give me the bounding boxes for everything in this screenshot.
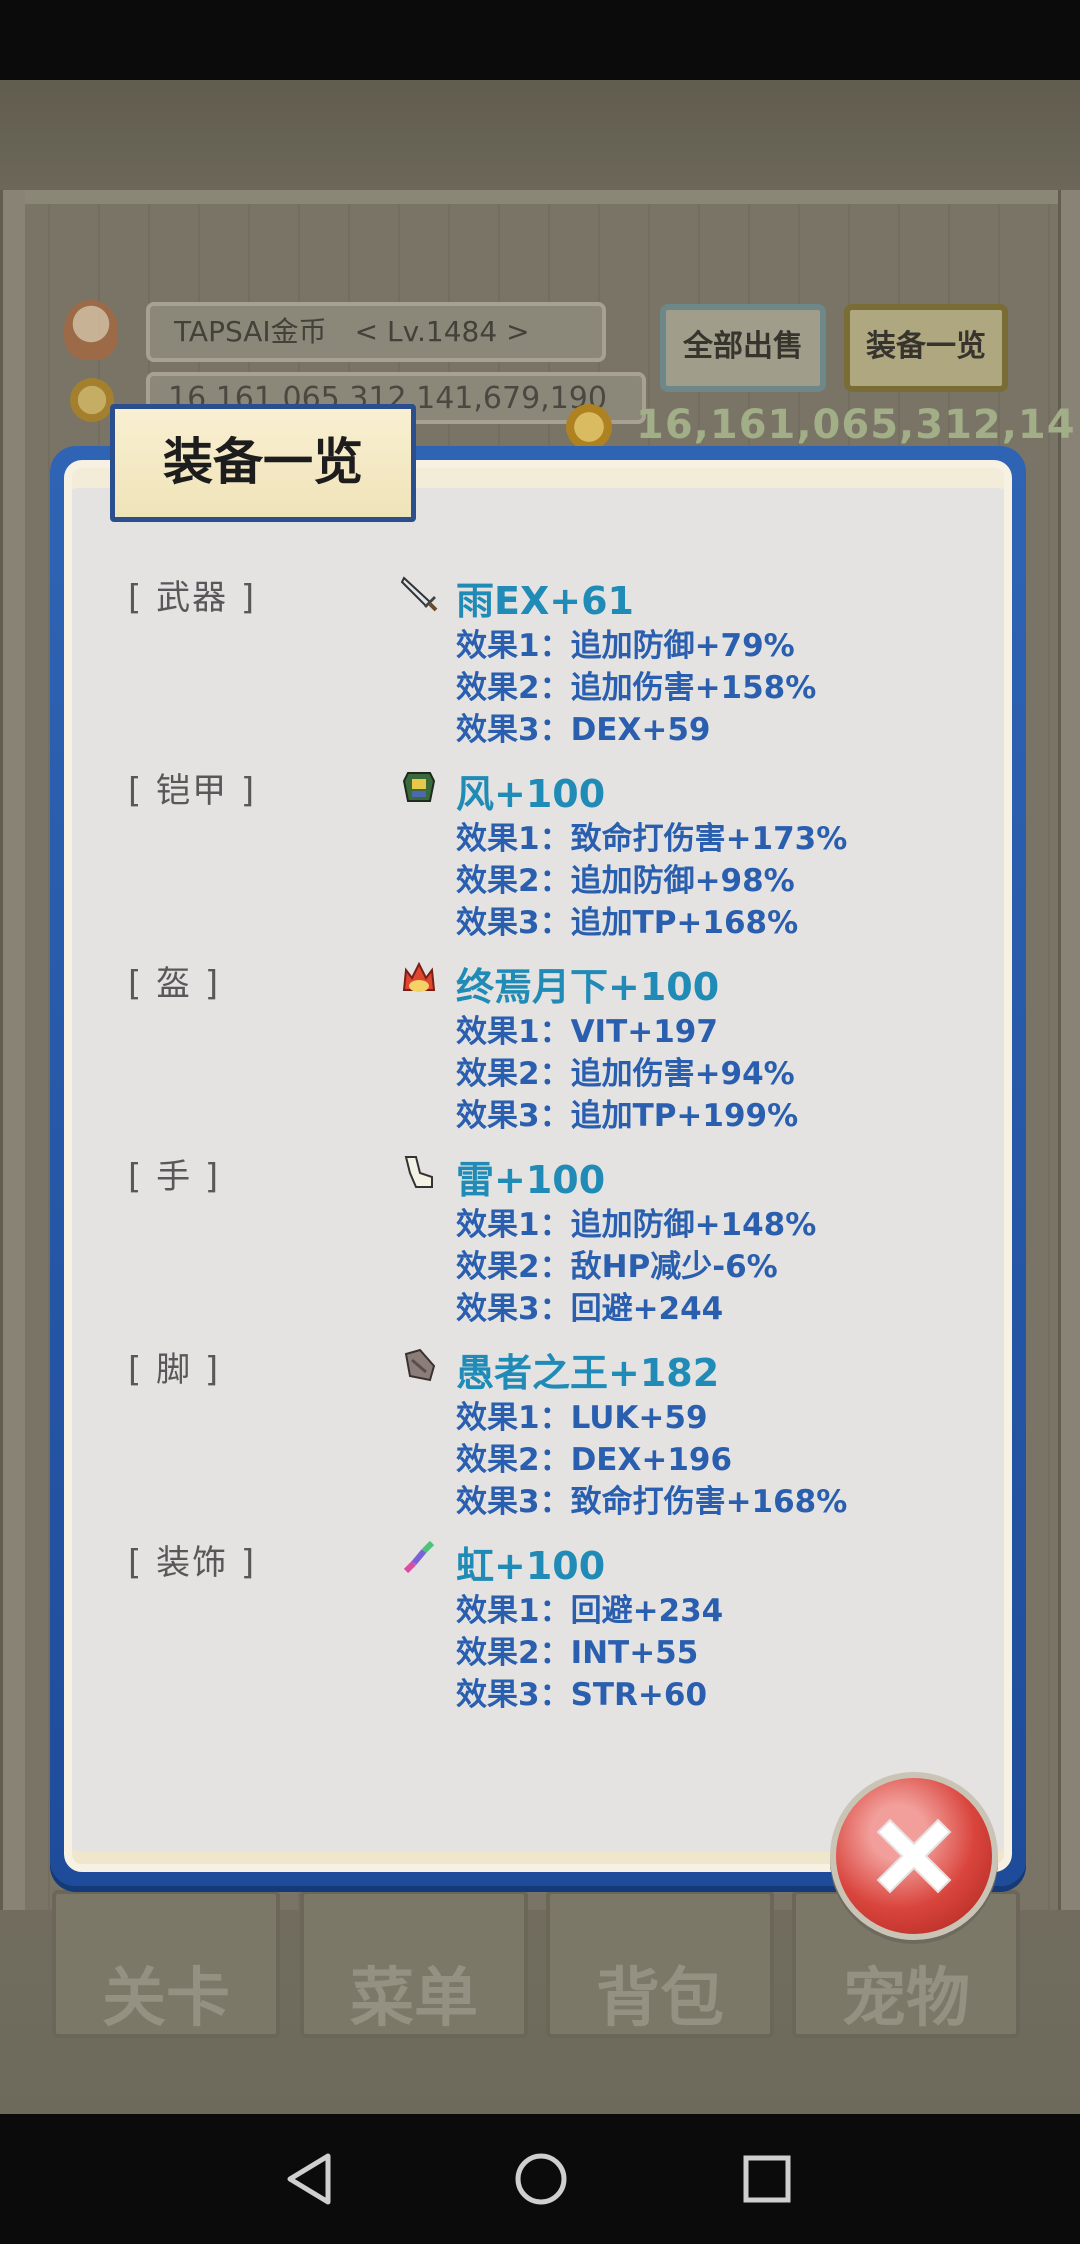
close-icon [876, 1818, 952, 1894]
item-name: 愚者之王+182 [456, 1351, 720, 1395]
item-name: 风+100 [456, 772, 606, 816]
slot-label: [ 盔 ] [128, 964, 221, 1004]
equipment-slot-accessory: [ 装饰 ] 虹+100 效果1：回避+234 效果2：INT+55 效果3：S… [0, 1535, 1080, 1725]
equipment-slot-helmet: [ 盔 ] 终焉月下+100 效果1：VIT+197 效果2：追加伤害+94% … [0, 956, 1080, 1146]
item-name: 雨EX+61 [456, 579, 634, 623]
armor-icon [402, 772, 436, 802]
item-effect: 效果2：追加伤害+94% [456, 1056, 795, 1092]
slot-label: [ 手 ] [128, 1157, 221, 1197]
close-button[interactable] [830, 1772, 998, 1940]
item-effect: 效果3：追加TP+199% [456, 1098, 799, 1134]
equipment-slot-weapon: [ 武器 ] 雨EX+61 效果1：追加防御+79% 效果2：追加伤害+158%… [0, 570, 1080, 760]
slot-label: [ 装饰 ] [128, 1543, 257, 1583]
home-icon[interactable] [508, 2146, 574, 2212]
modal-title: 装备一览 [110, 404, 416, 522]
slot-label: [ 脚 ] [128, 1350, 221, 1390]
item-effect: 效果1：追加防御+148% [456, 1207, 817, 1243]
item-effect: 效果3：DEX+59 [456, 712, 711, 748]
item-effect: 效果3：回避+244 [456, 1291, 724, 1327]
item-effect: 效果2：敌HP减少-6% [456, 1249, 778, 1285]
item-effect: 效果1：致命打伤害+173% [456, 821, 848, 857]
accessory-icon [403, 1540, 435, 1574]
item-effect: 效果3：致命打伤害+168% [456, 1484, 848, 1520]
item-effect: 效果1：VIT+197 [456, 1014, 718, 1050]
item-effect: 效果2：追加防御+98% [456, 863, 795, 899]
slot-label: [ 武器 ] [128, 578, 257, 618]
glove-icon [404, 1156, 433, 1188]
item-effect: 效果1：回避+234 [456, 1593, 724, 1629]
sword-icon [400, 576, 438, 612]
item-name: 雷+100 [456, 1158, 606, 1202]
back-icon[interactable] [278, 2146, 344, 2212]
item-effect: 效果3：追加TP+168% [456, 905, 799, 941]
system-nav-bar [0, 2114, 1080, 2244]
slot-label: [ 铠甲 ] [128, 771, 257, 811]
item-name: 终焉月下+100 [456, 965, 720, 1009]
boot-icon [404, 1348, 436, 1382]
equipment-slot-foot: [ 脚 ] 愚者之王+182 效果1：LUK+59 效果2：DEX+196 效果… [0, 1342, 1080, 1532]
item-effect: 效果1：追加防御+79% [456, 628, 795, 664]
status-bar [0, 0, 1080, 80]
item-effect: 效果1：LUK+59 [456, 1400, 708, 1436]
helmet-icon [402, 961, 436, 992]
equipment-slot-hand: [ 手 ] 雷+100 效果1：追加防御+148% 效果2：敌HP减少-6% 效… [0, 1149, 1080, 1339]
item-name: 虹+100 [456, 1544, 606, 1588]
recent-apps-icon[interactable] [734, 2146, 800, 2212]
equipment-slot-armor: [ 铠甲 ] 风+100 效果1：致命打伤害+173% 效果2：追加防御+98%… [0, 763, 1080, 953]
item-effect: 效果2：追加伤害+158% [456, 670, 817, 706]
item-effect: 效果2：DEX+196 [456, 1442, 733, 1478]
item-effect: 效果2：INT+55 [456, 1635, 699, 1671]
item-effect: 效果3：STR+60 [456, 1677, 708, 1713]
